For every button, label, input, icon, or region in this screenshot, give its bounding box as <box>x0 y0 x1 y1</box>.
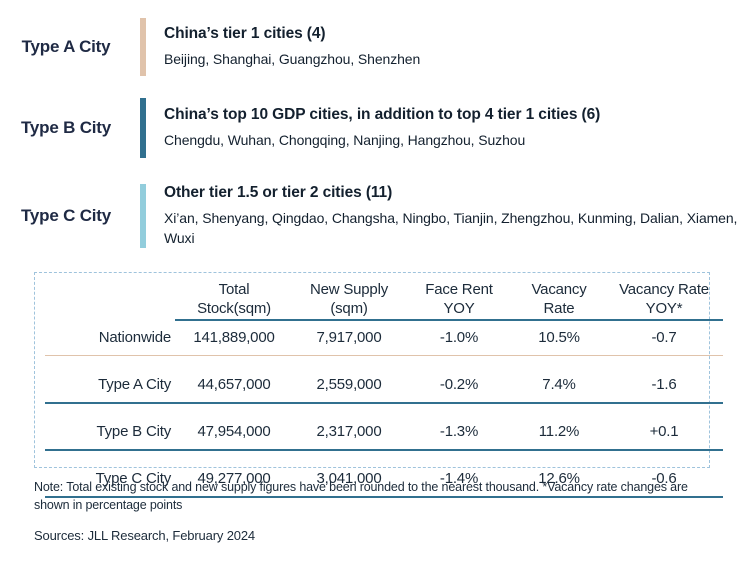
city-type-row-c: Type C City Other tier 1.5 or tier 2 cit… <box>0 170 744 262</box>
cell-vacancy-rate-yoy: -0.7 <box>605 319 723 356</box>
row-label-type-a-city: Type A City <box>45 366 175 404</box>
cell-vacancy-rate-yoy: +0.1 <box>605 413 723 451</box>
table-header-new-supply: New Supply (sqm) <box>293 281 405 321</box>
header-line-2: Stock(sqm) <box>197 299 271 317</box>
city-type-c-label: Type C City <box>20 206 112 225</box>
cell-vacancy-rate-yoy: -1.6 <box>605 366 723 404</box>
city-type-b-label-cell: Type B City <box>0 86 140 170</box>
table-row: Type B City 47,954,000 2,317,000 -1.3% 1… <box>45 413 723 451</box>
city-type-a-label-cell: Type A City <box>0 8 140 86</box>
city-type-a-cities: Beijing, Shanghai, Guangzhou, Shenzhen <box>164 50 421 67</box>
city-type-b-content: China’s top 10 GDP cities, in addition t… <box>146 86 744 170</box>
statistics-table-container: Total Stock(sqm) New Supply (sqm) Face R… <box>34 272 723 498</box>
header-line-1: Vacancy Rate <box>619 281 709 298</box>
cell-face-rent-yoy: -1.0% <box>405 319 513 356</box>
statistics-table: Total Stock(sqm) New Supply (sqm) Face R… <box>45 281 723 498</box>
spacer-cell <box>45 356 723 367</box>
city-type-b-cities: Chengdu, Wuhan, Chongqing, Nanjing, Hang… <box>164 131 526 148</box>
row-label-nationwide: Nationwide <box>45 319 175 356</box>
table-header-corner <box>45 281 175 320</box>
cell-new-supply: 7,917,000 <box>293 319 405 356</box>
header-line-2: (sqm) <box>330 299 368 317</box>
header-line-1: New Supply <box>309 281 389 298</box>
table-row: Type A City 44,657,000 2,559,000 -0.2% 7… <box>45 366 723 404</box>
city-type-c-content: Other tier 1.5 or tier 2 cities (11) Xi’… <box>146 170 744 262</box>
cell-vacancy-rate: 10.5% <box>513 319 605 356</box>
table-header-vacancy-rate-yoy: Vacancy Rate YOY* <box>605 281 723 321</box>
city-type-row-a: Type A City China’s tier 1 cities (4) Be… <box>0 8 744 86</box>
row-label-type-b-city: Type B City <box>45 413 175 451</box>
spacer-cell <box>45 450 723 461</box>
cell-new-supply: 2,317,000 <box>293 413 405 451</box>
city-type-a-content: China’s tier 1 cities (4) Beijing, Shang… <box>146 8 744 86</box>
cell-vacancy-rate: 11.2% <box>513 413 605 451</box>
header-line-1: Total <box>218 281 250 298</box>
table-header-total-stock: Total Stock(sqm) <box>175 281 293 321</box>
header-line-1: Vacancy <box>531 281 587 298</box>
cell-total-stock: 141,889,000 <box>175 319 293 356</box>
header-line-1: Face Rent <box>425 281 493 298</box>
header-line-2: YOY <box>443 299 475 317</box>
city-type-b-heading: China’s top 10 GDP cities, in addition t… <box>164 105 601 123</box>
note-text: Note: Total existing stock and new suppl… <box>34 480 688 513</box>
city-type-c-cities: Xi’an, Shenyang, Qingdao, Changsha, Ning… <box>164 209 738 246</box>
spacer-cell <box>45 403 723 414</box>
sources-text: Sources: JLL Research, February 2024 <box>34 528 256 544</box>
table-header-face-rent-yoy: Face Rent YOY <box>405 281 513 321</box>
city-type-legend: Type A City China’s tier 1 cities (4) Be… <box>0 0 744 262</box>
city-type-row-b: Type B City China’s top 10 GDP cities, i… <box>0 86 744 170</box>
cell-face-rent-yoy: -0.2% <box>405 366 513 404</box>
cell-new-supply: 2,559,000 <box>293 366 405 404</box>
footnotes: Note: Total existing stock and new suppl… <box>34 478 710 543</box>
table-row-spacer <box>45 450 723 461</box>
cell-vacancy-rate: 7.4% <box>513 366 605 404</box>
city-type-c-heading: Other tier 1.5 or tier 2 cities (11) <box>164 183 393 201</box>
header-line-2: Rate <box>543 299 575 317</box>
cell-face-rent-yoy: -1.3% <box>405 413 513 451</box>
table-header-row: Total Stock(sqm) New Supply (sqm) Face R… <box>45 281 723 321</box>
table-header-vacancy-rate: Vacancy Rate <box>513 281 605 321</box>
city-type-b-label: Type B City <box>20 118 112 137</box>
table-row: Nationwide 141,889,000 7,917,000 -1.0% 1… <box>45 319 723 356</box>
cell-total-stock: 44,657,000 <box>175 366 293 404</box>
city-type-a-heading: China’s tier 1 cities (4) <box>164 24 326 42</box>
header-line-2: YOY* <box>645 299 683 317</box>
city-type-a-label: Type A City <box>21 37 111 56</box>
city-type-c-label-cell: Type C City <box>0 170 140 262</box>
table-header: Total Stock(sqm) New Supply (sqm) Face R… <box>45 281 723 321</box>
table-body: Nationwide 141,889,000 7,917,000 -1.0% 1… <box>45 319 723 498</box>
cell-total-stock: 47,954,000 <box>175 413 293 451</box>
table-row-spacer <box>45 356 723 367</box>
table-row-spacer <box>45 403 723 414</box>
